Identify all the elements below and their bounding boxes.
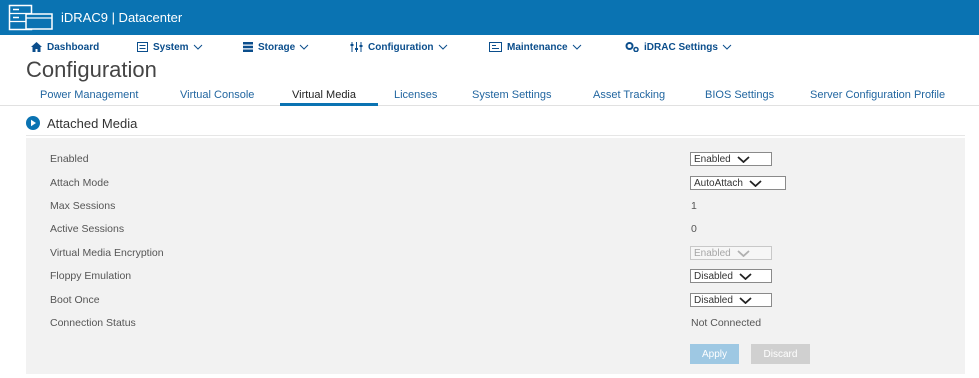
- configuration-icon: [350, 42, 363, 52]
- menu-label: Configuration: [368, 41, 434, 53]
- tab-bios-settings[interactable]: BIOS Settings: [705, 89, 774, 101]
- apply-button[interactable]: Apply: [690, 344, 739, 364]
- select-value: Enabled: [694, 247, 731, 259]
- floppy-emulation-label: Floppy Emulation: [50, 270, 132, 282]
- chevron-down-icon: [739, 272, 752, 280]
- chevron-down-icon: [299, 44, 309, 50]
- idrac-logo-icon: [8, 4, 53, 31]
- storage-icon: [243, 42, 253, 52]
- idrac-settings-icon: [625, 42, 639, 52]
- system-icon: [137, 42, 148, 52]
- tab-virtual-media[interactable]: Virtual Media: [292, 89, 356, 101]
- menu-configuration[interactable]: Configuration: [350, 39, 448, 55]
- menu-maintenance[interactable]: Maintenance: [489, 39, 582, 55]
- boot-once-label: Boot Once: [50, 294, 100, 306]
- max-sessions-value: 1: [691, 200, 697, 212]
- chevron-down-icon: [438, 44, 447, 50]
- settings-panel: [26, 138, 965, 374]
- active-sessions-value: 0: [691, 223, 697, 235]
- menu-storage[interactable]: Storage: [243, 39, 309, 55]
- select-value: AutoAttach: [694, 177, 743, 189]
- chevron-down-icon: [572, 44, 581, 50]
- menu-idrac-settings[interactable]: iDRAC Settings: [625, 39, 732, 55]
- chevron-down-icon: [737, 249, 750, 257]
- attach-mode-select[interactable]: AutoAttach: [690, 176, 786, 190]
- tab-virtual-console[interactable]: Virtual Console: [180, 89, 254, 101]
- tab-server-configuration-profile[interactable]: Server Configuration Profile: [810, 89, 945, 101]
- chevron-down-icon: [737, 155, 750, 163]
- attach-mode-label: Attach Mode: [50, 177, 109, 189]
- menu-system[interactable]: System: [137, 39, 203, 55]
- select-value: Enabled: [694, 153, 731, 165]
- tab-licenses[interactable]: Licenses: [394, 89, 437, 101]
- menu-label: Dashboard: [47, 41, 100, 53]
- encryption-label: Virtual Media Encryption: [50, 247, 164, 259]
- menu-label: Storage: [258, 41, 296, 53]
- section-divider: [26, 135, 965, 136]
- menu-dashboard[interactable]: Dashboard: [31, 39, 99, 55]
- config-tabs: Power Management Virtual Console Virtual…: [0, 86, 979, 106]
- app-title: iDRAC9 | Datacenter: [61, 10, 183, 25]
- floppy-emulation-select[interactable]: Disabled: [690, 269, 772, 283]
- chevron-down-icon: [749, 179, 762, 187]
- section-title: Attached Media: [47, 115, 138, 131]
- active-sessions-label: Active Sessions: [50, 223, 125, 235]
- discard-button[interactable]: Discard: [751, 344, 810, 364]
- enabled-select[interactable]: Enabled: [690, 152, 772, 166]
- menu-label: System: [153, 41, 189, 53]
- tab-power-management[interactable]: Power Management: [40, 89, 138, 101]
- enabled-label: Enabled: [50, 153, 89, 165]
- boot-once-select[interactable]: Disabled: [690, 293, 772, 307]
- top-bar: iDRAC9 | Datacenter: [0, 0, 979, 35]
- menu-label: iDRAC Settings: [644, 41, 718, 53]
- select-value: Disabled: [694, 270, 733, 282]
- maintenance-icon: [489, 42, 502, 52]
- page-title: Configuration: [26, 57, 157, 82]
- menu-label: Maintenance: [507, 41, 568, 53]
- tab-system-settings[interactable]: System Settings: [472, 89, 551, 101]
- max-sessions-label: Max Sessions: [50, 200, 116, 212]
- expand-toggle-icon[interactable]: [26, 116, 40, 130]
- select-value: Disabled: [694, 294, 733, 306]
- section-attached-media[interactable]: Attached Media: [26, 113, 137, 133]
- tab-asset-tracking[interactable]: Asset Tracking: [593, 89, 665, 101]
- chevron-down-icon: [739, 296, 752, 304]
- chevron-down-icon: [722, 44, 732, 50]
- chevron-down-icon: [193, 44, 202, 50]
- connection-status-value: Not Connected: [691, 317, 762, 329]
- active-tab-indicator: [280, 103, 378, 106]
- home-icon: [31, 42, 42, 52]
- connection-status-label: Connection Status: [50, 317, 136, 329]
- encryption-select: Enabled: [690, 246, 772, 260]
- main-menu: Dashboard System Storage Configuration M…: [0, 35, 979, 57]
